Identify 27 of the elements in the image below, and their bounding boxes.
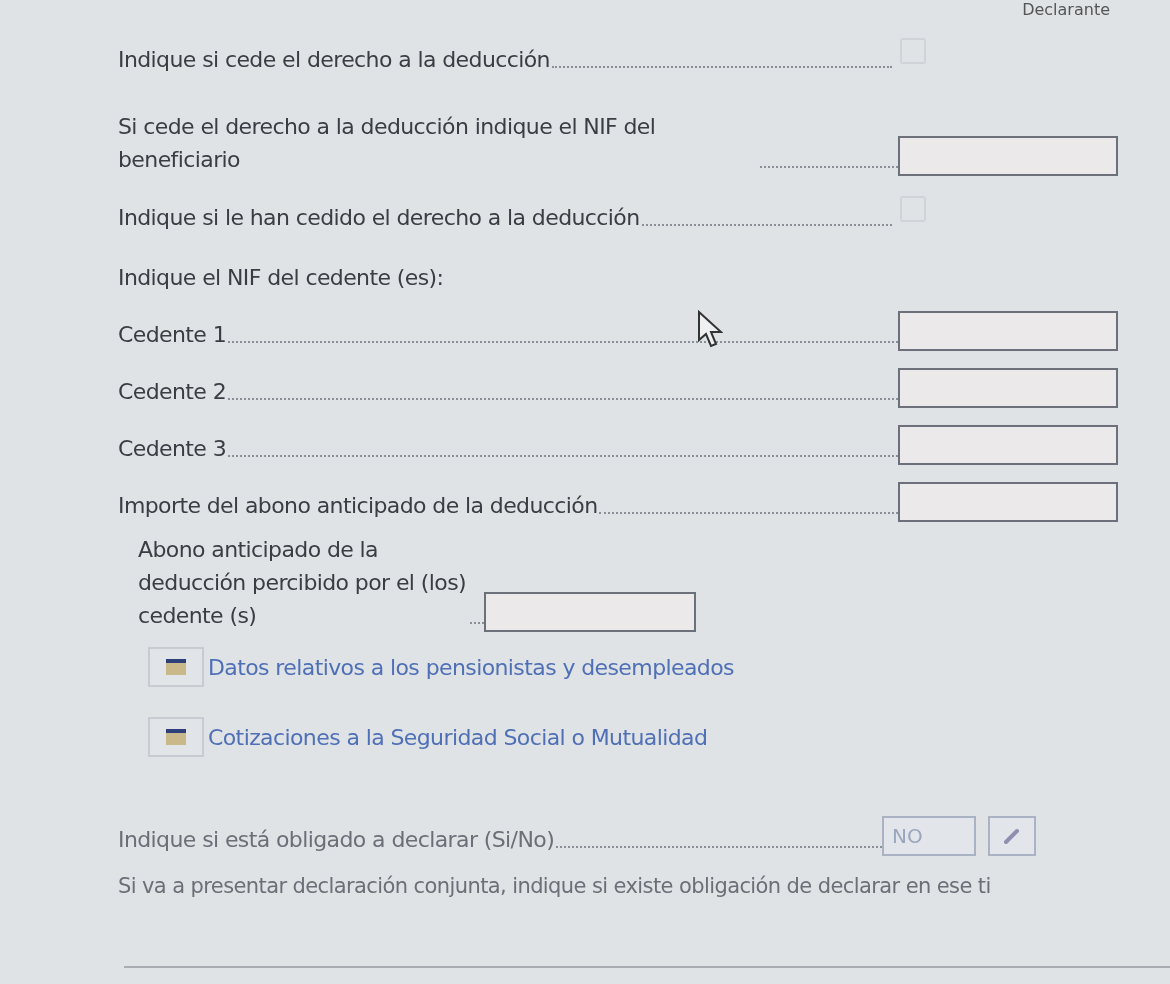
field-label: Indique si le han cedido el derecho a la deducción [118, 204, 640, 232]
input-field[interactable] [484, 592, 696, 632]
section-title: Declarante [1022, 0, 1110, 19]
field-label: Cedente 2 [118, 378, 227, 406]
field-label: Cedente 3 [118, 435, 227, 463]
section-heading: Indique el NIF del cedente (es): [118, 264, 444, 292]
field-label: Cedente 1 [118, 321, 227, 349]
input-field[interactable] [898, 482, 1118, 522]
section-link[interactable]: Cotizaciones a la Seguridad Social o Mutualidad [208, 724, 708, 750]
pencil-icon [1003, 827, 1021, 845]
input-field[interactable] [898, 136, 1118, 176]
field-label: Indique si está obligado a declarar (Si/No) [118, 826, 555, 854]
section-link[interactable]: Datos relativos a los pensionistas y desempleados [208, 654, 734, 680]
table-button[interactable] [148, 717, 204, 757]
input-field[interactable] [898, 311, 1118, 351]
table-icon [166, 659, 186, 675]
field-label: Abono anticipado de la deducción percibido por el (los) cedente (s) [138, 536, 467, 630]
field-label: Indique si cede el derecho a la deducción [118, 46, 550, 74]
field-label: Si cede el derecho a la deducción indique el NIF del beneficiario [118, 113, 657, 174]
table-button[interactable] [148, 647, 204, 687]
input-field[interactable] [898, 368, 1118, 408]
input-field[interactable] [898, 425, 1118, 465]
edit-button[interactable] [988, 816, 1036, 856]
table-icon [166, 729, 186, 745]
field-label: Importe del abono anticipado de la deducción [118, 492, 598, 520]
note-text: Si va a presentar declaración conjunta, indique si existe obligación de declarar en ese ti [118, 874, 992, 898]
mouse-pointer-icon [697, 310, 723, 348]
